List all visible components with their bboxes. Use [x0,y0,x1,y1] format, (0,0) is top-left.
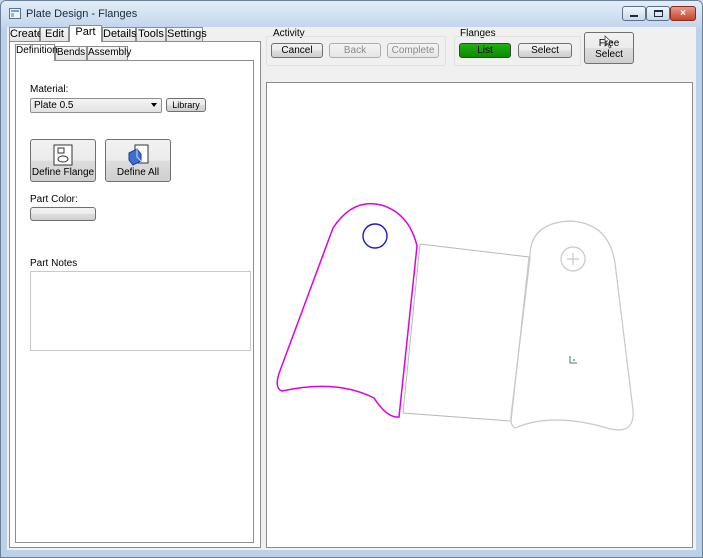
chevron-down-icon [151,103,157,107]
list-button[interactable]: List [459,43,511,58]
flange-drawing [276,203,634,431]
title-bar[interactable]: Plate Design - Flanges × [1,1,702,27]
close-button[interactable]: × [670,6,696,21]
hole-center-mark [567,253,579,265]
subtab-assembly[interactable]: Assembly [87,46,131,60]
select-button[interactable]: Select [518,43,572,58]
maximize-button[interactable] [646,6,670,21]
define-all-icon [128,144,149,166]
free-select-label: Free Select [595,38,623,60]
flange-hole-selected[interactable] [362,223,388,249]
tab-tools[interactable]: Tools [136,27,166,41]
back-button[interactable]: Back [329,43,381,58]
material-select[interactable]: Plate 0.5 [30,98,162,113]
drawing-canvas[interactable] [266,82,693,548]
tab-settings[interactable]: Settings [166,27,207,41]
minimize-button[interactable] [622,6,646,21]
selected-flange-outline[interactable] [276,203,418,418]
define-flange-label: Define Flange [31,167,95,178]
tab-create[interactable]: Create [9,27,43,41]
define-flange-icon [53,144,73,166]
cancel-button[interactable]: Cancel [271,43,323,58]
tab-edit[interactable]: Edit [40,27,69,41]
material-label: Material: [30,84,69,95]
material-value: Plate 0.5 [34,100,74,111]
define-all-label: Define All [116,167,160,178]
subtab-bends[interactable]: Bends [55,46,87,60]
complete-button[interactable]: Complete [387,43,439,58]
app-window: Plate Design - Flanges × Create Edit Par… [0,0,703,558]
subtab-definition[interactable]: Definition [15,44,58,61]
app-icon [9,8,21,19]
close-icon: × [680,8,686,19]
part-color-button[interactable] [30,207,96,221]
bend-region [402,243,530,422]
part-notes-textarea[interactable] [30,271,251,351]
define-flange-button[interactable]: Define Flange [30,139,96,182]
restore-icon [653,10,663,17]
tab-details[interactable]: Details [102,27,137,41]
part-notes-label: Part Notes [30,258,78,269]
window-title: Plate Design - Flanges [26,8,138,20]
client-area: Create Edit Part Details Tools Settings … [7,25,696,550]
part-color-label: Part Color: [30,194,78,205]
tab-part[interactable]: Part [69,25,102,42]
unselected-flange-outline[interactable] [510,220,634,431]
minimize-icon [630,14,638,17]
part-panel: Definition Bends Assembly Material: Plat… [9,41,261,548]
definition-panel: Material: Plate 0.5 Library Define Flang… [15,60,254,543]
define-all-button[interactable]: Define All [105,139,171,182]
free-select-button[interactable]: Free Select [584,32,634,64]
library-button[interactable]: Library [166,98,206,112]
